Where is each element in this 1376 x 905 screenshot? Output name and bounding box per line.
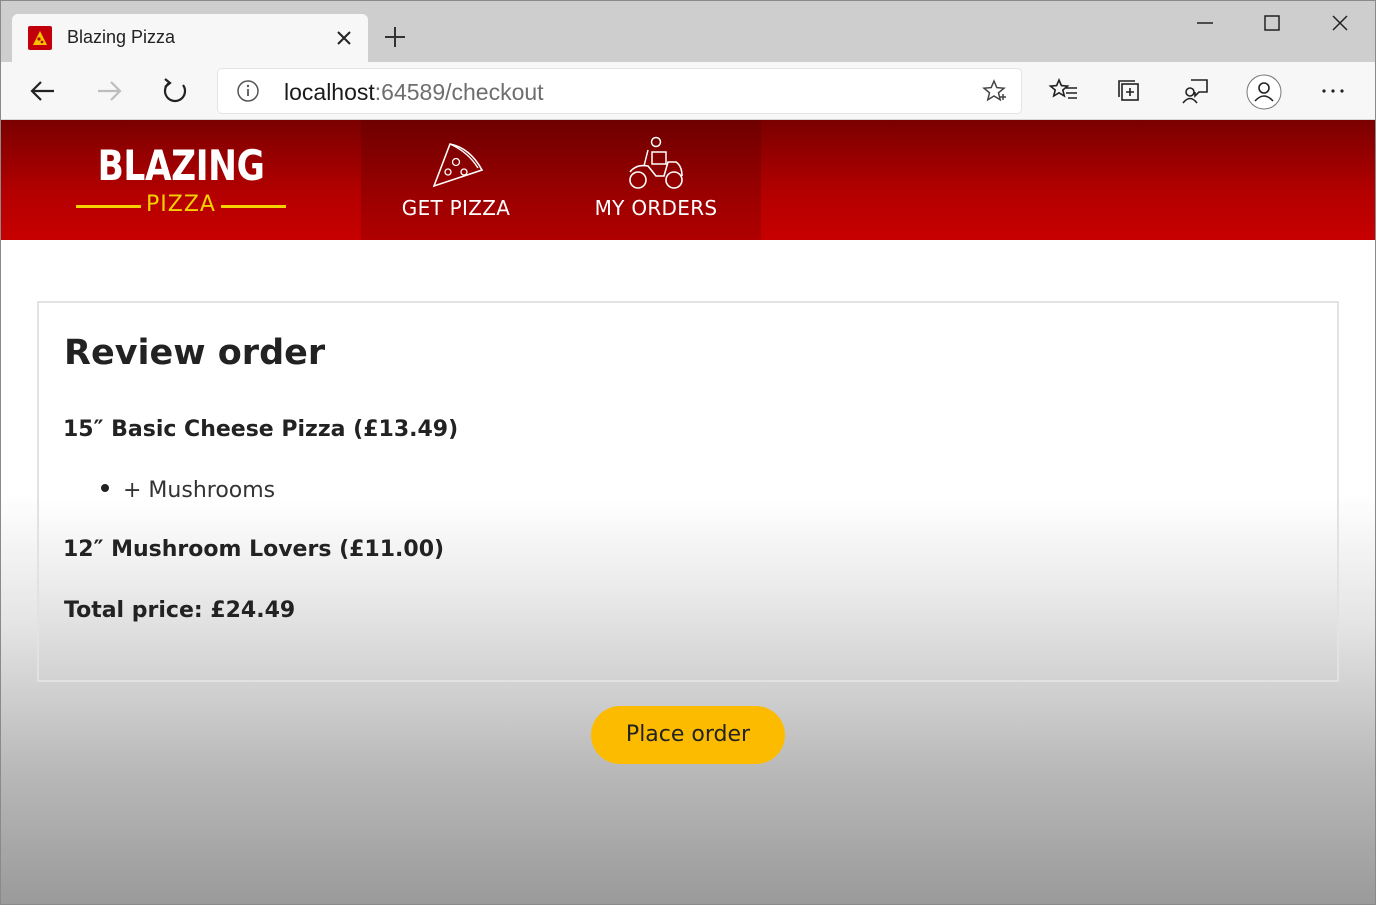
- review-order-card: Review order 15″ Basic Cheese Pizza (£13…: [37, 301, 1339, 682]
- close-icon[interactable]: [330, 24, 358, 52]
- maximize-icon[interactable]: [1257, 8, 1287, 38]
- browser-toolbar: localhost:64589/checkout: [0, 62, 1376, 120]
- collections-icon[interactable]: [1113, 74, 1147, 108]
- total-price: Total price: £24.49: [64, 598, 296, 623]
- nav-get-pizza-label: GET PIZZA: [401, 196, 511, 220]
- browser-titlebar: Blazing Pizza: [0, 0, 1376, 62]
- url-text: localhost:64589/checkout: [284, 79, 544, 106]
- site-header: BLAZING PIZZA GET PIZZA MY ORDERS: [0, 120, 1376, 240]
- nav-my-orders[interactable]: MY ORDERS: [561, 120, 751, 240]
- bullet-icon: [101, 484, 109, 492]
- browser-tab[interactable]: Blazing Pizza: [12, 14, 368, 62]
- logo-divider-right: [221, 205, 286, 208]
- info-icon[interactable]: [236, 79, 260, 103]
- place-order-button[interactable]: Place order: [591, 706, 785, 764]
- back-arrow-icon[interactable]: [26, 74, 60, 108]
- close-window-icon[interactable]: [1325, 8, 1355, 38]
- topping-label: + Mushrooms: [123, 478, 276, 503]
- order-item-name: 12″ Mushroom Lovers (£11.00): [63, 537, 445, 562]
- forward-arrow-icon[interactable]: [92, 74, 126, 108]
- address-bar[interactable]: localhost:64589/checkout: [218, 69, 1021, 113]
- delivery-bike-icon: [629, 136, 683, 189]
- checkout-page: Review order 15″ Basic Cheese Pizza (£13…: [0, 240, 1376, 905]
- topping-list-item: + Mushrooms: [101, 478, 275, 503]
- logo-subline: PIZZA: [74, 192, 288, 220]
- main-nav: GET PIZZA MY ORDERS: [361, 120, 761, 240]
- profile-icon[interactable]: [1246, 74, 1282, 110]
- minimize-icon[interactable]: [1190, 8, 1220, 38]
- more-icon[interactable]: [1316, 74, 1350, 108]
- pizza-slice-icon: [432, 143, 484, 188]
- url-path: :64589/checkout: [374, 79, 544, 105]
- nav-get-pizza[interactable]: GET PIZZA: [361, 120, 551, 240]
- favorites-icon[interactable]: [1047, 74, 1081, 108]
- refresh-icon[interactable]: [158, 74, 192, 108]
- nav-my-orders-label: MY ORDERS: [594, 196, 718, 220]
- url-host: localhost: [284, 79, 375, 105]
- plus-icon[interactable]: [380, 22, 410, 52]
- pizza-favicon-icon: [28, 26, 52, 50]
- logo-text-top: BLAZING: [97, 141, 265, 190]
- page-title: Review order: [64, 333, 326, 373]
- feedback-icon[interactable]: [1179, 74, 1213, 108]
- tab-title: Blazing Pizza: [67, 27, 176, 47]
- order-item-name: 15″ Basic Cheese Pizza (£13.49): [63, 417, 459, 442]
- blazing-pizza-logo[interactable]: BLAZING PIZZA: [74, 140, 288, 224]
- star-icon[interactable]: [981, 78, 1007, 104]
